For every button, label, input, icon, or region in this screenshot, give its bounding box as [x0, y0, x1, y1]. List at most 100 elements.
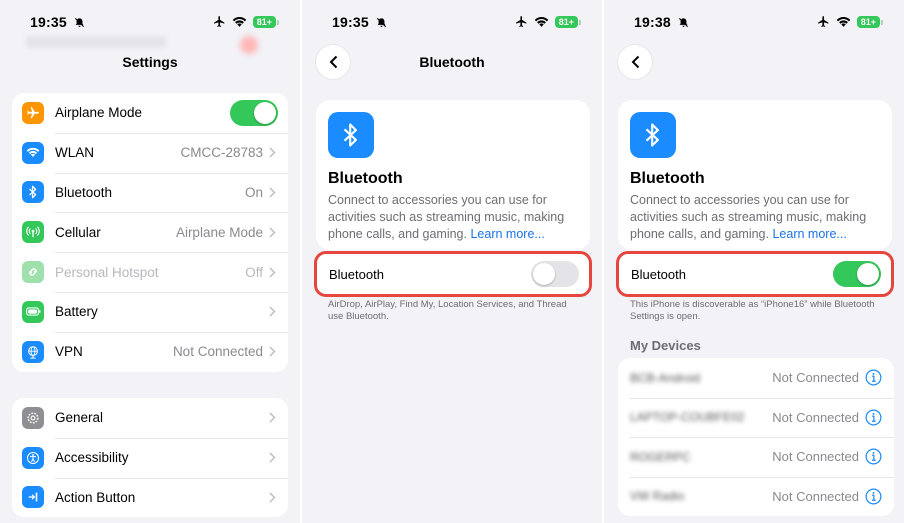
device-status: Not Connected	[772, 409, 859, 425]
settings-item-action-button[interactable]: Action Button	[12, 477, 288, 518]
settings-item-accessibility[interactable]: Accessibility	[12, 437, 288, 478]
silent-bell-icon	[678, 17, 689, 28]
connectivity-group: Airplane Mode WLAN CMCC-28783 Bluetooth …	[12, 93, 288, 372]
bluetooth-toggle[interactable]	[833, 261, 881, 287]
antenna-icon	[22, 221, 44, 244]
learn-more-link[interactable]: Learn more...	[772, 227, 846, 241]
row-label: Battery	[55, 304, 98, 320]
airplane-status-icon	[213, 16, 225, 27]
device-status: Not Connected	[772, 488, 859, 504]
row-label: General	[55, 410, 104, 426]
chevron-right-icon	[269, 492, 276, 503]
my-devices-header: My Devices	[630, 338, 701, 353]
settings-item-personal-hotspot[interactable]: Personal Hotspot Off	[12, 252, 288, 292]
device-row[interactable]: ROGERPC Not Connected	[618, 437, 894, 477]
toggle-label: Bluetooth	[631, 266, 686, 282]
wifi-status-icon	[232, 16, 246, 27]
bluetooth-info-card: Bluetooth Connect to accessories you can…	[316, 100, 590, 250]
info-icon[interactable]	[865, 488, 882, 505]
action-button-icon	[22, 486, 44, 509]
settings-screen: 19:35 81+ Settings Airplane Mode WLAN CM…	[0, 0, 300, 523]
back-button[interactable]	[618, 45, 652, 79]
info-icon[interactable]	[865, 409, 882, 426]
notification-dot	[240, 36, 258, 54]
status-bar: 19:35 81+	[302, 12, 602, 32]
settings-item-bluetooth[interactable]: Bluetooth On	[12, 172, 288, 213]
settings-item-vpn[interactable]: VPN Not Connected	[12, 331, 288, 372]
status-indicators: 81+	[213, 15, 280, 28]
gear-icon	[22, 406, 44, 429]
page-title: Settings	[122, 54, 178, 70]
bluetooth-status-value: On	[244, 184, 263, 200]
cellular-status-value: Airplane Mode	[175, 224, 263, 240]
bluetooth-toggle-row[interactable]: Bluetooth	[314, 251, 592, 297]
toggle-label: Bluetooth	[329, 266, 384, 282]
page-title: Bluetooth	[419, 54, 485, 70]
row-label: Cellular	[55, 224, 101, 240]
row-label: Bluetooth	[55, 184, 113, 200]
chevron-right-icon	[269, 306, 276, 317]
settings-item-general[interactable]: General	[12, 398, 288, 438]
silent-bell-icon	[376, 17, 387, 28]
chevron-right-icon	[269, 227, 276, 238]
bluetooth-footnote: This iPhone is discoverable as “iPhone16…	[630, 299, 875, 322]
battery-icon	[22, 300, 44, 323]
info-icon[interactable]	[865, 448, 882, 465]
battery-status-badge: 81+	[252, 15, 280, 28]
chevron-right-icon	[269, 267, 276, 278]
airplane-icon	[22, 101, 44, 124]
bluetooth-info-card: Bluetooth Connect to accessories you can…	[618, 100, 892, 250]
chevron-right-icon	[269, 147, 276, 158]
status-time: 19:35	[332, 14, 369, 30]
hotspot-icon	[22, 261, 44, 284]
chevron-right-icon	[269, 452, 276, 463]
wifi-status-icon	[534, 16, 548, 27]
airplane-mode-toggle[interactable]	[230, 99, 278, 126]
settings-item-airplane-mode[interactable]: Airplane Mode	[12, 93, 288, 133]
my-devices-list: BCB-Android Not Connected LAPTOP-COUBFE0…	[618, 358, 894, 516]
row-label: VPN	[55, 344, 83, 360]
silent-bell-icon	[74, 17, 85, 28]
battery-status-badge: 81+	[554, 15, 582, 28]
status-indicators: 81+	[515, 15, 582, 28]
airplane-status-icon	[817, 16, 829, 27]
device-name: VW Radio	[630, 489, 685, 504]
device-name: LAPTOP-COUBFE02	[630, 410, 745, 425]
learn-more-link[interactable]: Learn more...	[470, 227, 544, 241]
apple-account-banner[interactable]	[26, 36, 166, 48]
bluetooth-icon	[630, 112, 676, 158]
device-name: ROGERPC	[630, 449, 691, 464]
chevron-right-icon	[269, 412, 276, 423]
wifi-icon	[22, 141, 44, 164]
info-icon[interactable]	[865, 369, 882, 386]
device-row[interactable]: BCB-Android Not Connected	[618, 358, 894, 398]
accessibility-icon	[22, 446, 44, 469]
status-indicators: 81+	[817, 15, 884, 28]
bluetooth-toggle-row[interactable]: Bluetooth	[616, 251, 894, 297]
device-row[interactable]: LAPTOP-COUBFE02 Not Connected	[618, 397, 894, 438]
bluetooth-description: Connect to accessories you can use for a…	[630, 192, 886, 243]
battery-status-badge: 81+	[856, 15, 884, 28]
row-label: Personal Hotspot	[55, 264, 159, 280]
settings-item-cellular[interactable]: Cellular Airplane Mode	[12, 212, 288, 252]
status-time: 19:35	[30, 14, 67, 30]
globe-icon	[22, 340, 44, 363]
device-status: Not Connected	[772, 370, 859, 386]
device-status: Not Connected	[772, 449, 859, 465]
settings-item-battery[interactable]: Battery	[12, 291, 288, 332]
settings-item-wlan[interactable]: WLAN CMCC-28783	[12, 132, 288, 173]
bluetooth-toggle[interactable]	[531, 261, 579, 287]
device-name: BCB-Android	[630, 370, 701, 385]
row-label: Airplane Mode	[55, 105, 143, 121]
wifi-status-icon	[836, 16, 850, 27]
bluetooth-icon	[328, 112, 374, 158]
bluetooth-screen-off: 19:35 81+ Bluetooth Bluetooth Connect to…	[302, 0, 602, 523]
device-row[interactable]: VW Radio Not Connected	[618, 476, 894, 517]
chevron-left-icon	[631, 55, 639, 69]
status-bar: 19:35 81+	[0, 12, 300, 32]
hotspot-status-value: Off	[245, 264, 263, 280]
system-group: General Accessibility Action Button	[12, 398, 288, 518]
row-label: Accessibility	[55, 450, 129, 466]
status-time: 19:38	[634, 14, 671, 30]
airplane-status-icon	[515, 16, 527, 27]
